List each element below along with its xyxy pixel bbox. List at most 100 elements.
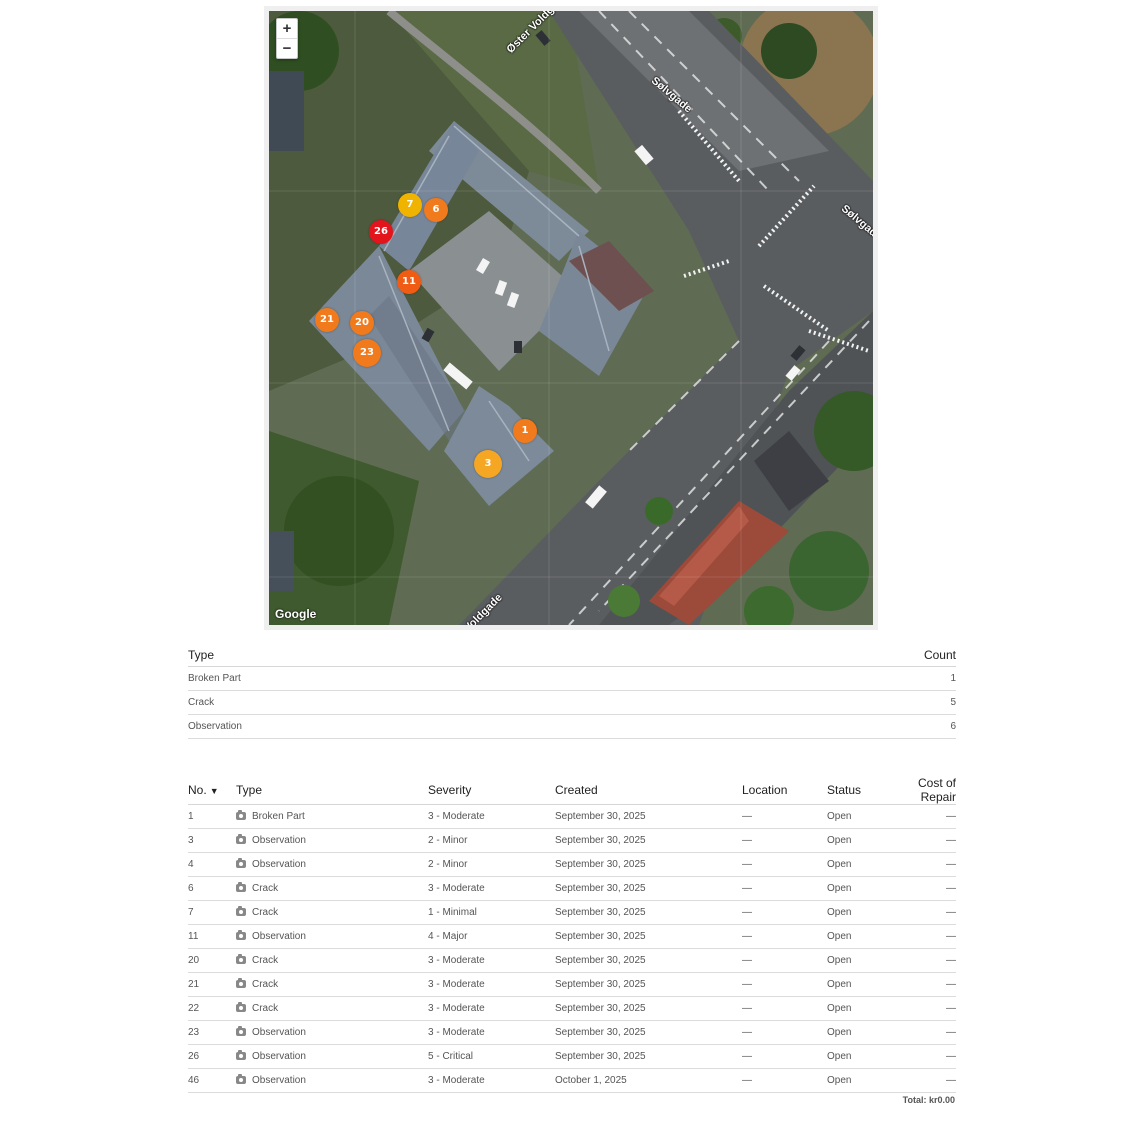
issue-location: —: [742, 1068, 827, 1093]
issue-severity: 5 - Critical: [428, 1044, 555, 1069]
camera-icon: [236, 810, 246, 820]
issue-type-label: Crack: [252, 883, 279, 894]
issue-status: Open: [827, 1068, 882, 1093]
issue-status: Open: [827, 804, 882, 829]
header-type[interactable]: Type: [236, 776, 428, 805]
issue-type-label: Broken Part: [252, 811, 305, 822]
header-no[interactable]: No. ▼: [188, 776, 236, 805]
issue-status: Open: [827, 972, 882, 997]
issue-type-label: Observation: [252, 1027, 306, 1038]
issue-row[interactable]: 21 Crack 3 - Moderate September 30, 2025— Op…: [188, 972, 956, 997]
issue-type-label: Crack: [252, 1003, 279, 1014]
issue-marker-6[interactable]: 6: [424, 198, 448, 222]
issue-number: 20: [188, 948, 236, 973]
issue-created: September 30, 2025: [555, 900, 742, 925]
issue-location: —: [742, 852, 827, 877]
issue-cost: —: [882, 1020, 956, 1045]
issue-location: —: [742, 1044, 827, 1069]
issue-created: September 30, 2025: [555, 828, 742, 853]
header-severity[interactable]: Severity: [428, 776, 555, 805]
header-location[interactable]: Location: [742, 776, 827, 805]
issue-created: September 30, 2025: [555, 1044, 742, 1069]
header-cost[interactable]: Cost of Repair: [882, 776, 956, 805]
issue-type: Crack: [236, 876, 428, 901]
issue-type-label: Observation: [252, 1051, 306, 1062]
issue-created: September 30, 2025: [555, 948, 742, 973]
issue-row[interactable]: 46 Observation 3 - Moderate October 1, 2025…: [188, 1068, 956, 1093]
issue-severity: 2 - Minor: [428, 828, 555, 853]
issue-location: —: [742, 876, 827, 901]
issue-location: —: [742, 972, 827, 997]
issue-type-label: Crack: [252, 955, 279, 966]
issue-marker-1[interactable]: 1: [513, 419, 537, 443]
issue-type: Crack: [236, 900, 428, 925]
issue-type: Crack: [236, 996, 428, 1021]
camera-icon: [236, 954, 246, 964]
issue-row[interactable]: 22 Crack 3 - Moderate September 30, 2025— Op…: [188, 996, 956, 1021]
header-status[interactable]: Status: [827, 776, 882, 805]
issue-status: Open: [827, 1044, 882, 1069]
camera-icon: [236, 906, 246, 916]
issue-created: September 30, 2025: [555, 924, 742, 949]
issue-row[interactable]: 7 Crack 1 - Minimal September 30, 2025— Open…: [188, 900, 956, 925]
issue-number: 26: [188, 1044, 236, 1069]
issue-row[interactable]: 1 Broken Part 3 - Moderate September 30, 20…: [188, 804, 956, 829]
issue-type: Observation: [236, 924, 428, 949]
camera-icon: [236, 1074, 246, 1084]
camera-icon: [236, 978, 246, 988]
issue-cost: —: [882, 1044, 956, 1069]
issue-marker-11[interactable]: 11: [397, 270, 421, 294]
issue-type: Observation: [236, 1020, 428, 1045]
issue-marker-3[interactable]: 3: [474, 450, 502, 478]
issues-header-row: No. ▼ Type Severity Created Location Stat…: [188, 776, 956, 805]
summary-type: Observation: [188, 714, 670, 739]
summary-header-type[interactable]: Type: [188, 644, 670, 667]
issue-row[interactable]: 20 Crack 3 - Moderate September 30, 2025— Op…: [188, 948, 956, 973]
camera-icon: [236, 1050, 246, 1060]
issue-location: —: [742, 828, 827, 853]
issue-severity: 3 - Moderate: [428, 972, 555, 997]
summary-count: 6: [669, 714, 956, 739]
issue-number: 7: [188, 900, 236, 925]
issue-marker-21[interactable]: 21: [315, 308, 339, 332]
issue-type: Observation: [236, 828, 428, 853]
header-created[interactable]: Created: [555, 776, 742, 805]
issue-marker-20[interactable]: 20: [350, 311, 374, 335]
issue-status: Open: [827, 900, 882, 925]
total-cost: Total: kr0.00: [902, 1095, 955, 1105]
zoom-out-button[interactable]: −: [277, 38, 297, 58]
issue-row[interactable]: 6 Crack 3 - Moderate September 30, 2025— Ope…: [188, 876, 956, 901]
issue-severity: 3 - Moderate: [428, 1068, 555, 1093]
issue-row[interactable]: 4 Observation 2 - Minor September 30, 2025—…: [188, 852, 956, 877]
issue-status: Open: [827, 948, 882, 973]
summary-header-count[interactable]: Count: [669, 644, 956, 667]
issue-row[interactable]: 26 Observation 5 - Critical September 30, 2…: [188, 1044, 956, 1069]
zoom-control: + −: [276, 18, 298, 59]
issue-cost: —: [882, 948, 956, 973]
issue-marker-23[interactable]: 23: [353, 339, 381, 367]
issue-type: Crack: [236, 972, 428, 997]
issue-marker-7[interactable]: 7: [398, 193, 422, 217]
zoom-in-button[interactable]: +: [277, 19, 297, 38]
issues-table: No. ▼ Type Severity Created Location Stat…: [188, 776, 956, 1093]
issue-row[interactable]: 3 Observation 2 - Minor September 30, 2025—…: [188, 828, 956, 853]
issue-marker-26[interactable]: 26: [369, 220, 393, 244]
issue-status: Open: [827, 828, 882, 853]
issue-row[interactable]: 23 Observation 3 - Moderate September 30, 2…: [188, 1020, 956, 1045]
satellite-map[interactable]: Sølvgade Sølvgade Øster Voldgade Voldgad…: [269, 11, 873, 625]
issue-severity: 3 - Moderate: [428, 804, 555, 829]
issue-row[interactable]: 11 Observation 4 - Major September 30, 2025…: [188, 924, 956, 949]
issue-cost: —: [882, 996, 956, 1021]
issue-number: 46: [188, 1068, 236, 1093]
issue-created: September 30, 2025: [555, 852, 742, 877]
type-summary-table: Type Count Broken Part 1 Crack 5 Observation…: [188, 644, 956, 739]
issue-number: 6: [188, 876, 236, 901]
issue-severity: 3 - Moderate: [428, 996, 555, 1021]
issue-type-label: Observation: [252, 859, 306, 870]
summary-row: Observation 6: [188, 714, 956, 739]
issue-cost: —: [882, 924, 956, 949]
issue-type-label: Crack: [252, 907, 279, 918]
issue-number: 4: [188, 852, 236, 877]
summary-row: Broken Part 1: [188, 666, 956, 691]
issue-number: 11: [188, 924, 236, 949]
